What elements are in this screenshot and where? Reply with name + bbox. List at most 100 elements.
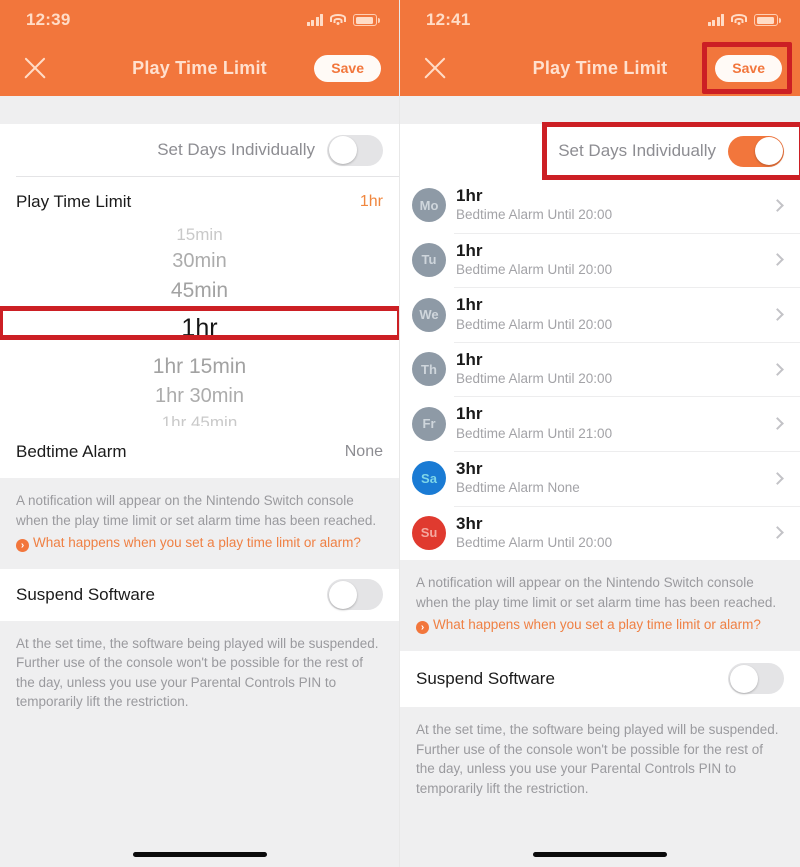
picker-option[interactable]: 1hr 15min	[0, 351, 399, 382]
play-time-note: A notification will appear on the Ninten…	[0, 478, 399, 569]
day-avatar: Sa	[412, 461, 446, 496]
play-time-note-body: A notification will appear on the Ninten…	[16, 493, 377, 528]
status-icons	[707, 14, 781, 26]
play-time-limit-picker[interactable]: Not restricted 15min 30min 45min 1hr 1hr…	[0, 228, 399, 426]
picker-option[interactable]: 1hr 30min	[0, 382, 399, 410]
settings-content: Set Days Individually Play Time Limit 1h…	[0, 96, 399, 867]
chevron-right-icon	[771, 526, 784, 540]
suspend-software-note: At the set time, the software being play…	[400, 706, 800, 815]
day-avatar: We	[412, 297, 446, 332]
wifi-icon	[330, 14, 346, 26]
battery-icon	[754, 14, 781, 26]
save-button-wrap: Save	[702, 41, 792, 94]
section-gap	[400, 96, 800, 124]
day-avatar: Mo	[412, 188, 446, 223]
day-duration: 1hr	[456, 240, 483, 260]
day-duration: 3hr	[456, 459, 483, 479]
table-row[interactable]: Th 1hr Bedtime Alarm Until 20:00	[400, 341, 800, 397]
day-duration: 1hr	[456, 404, 483, 424]
picker-option[interactable]: 30min	[0, 247, 399, 275]
play-time-help-link[interactable]: › What happens when you set a play time l…	[16, 533, 383, 553]
play-time-help-link[interactable]: › What happens when you set a play time l…	[416, 615, 784, 635]
day-text: 3hr Bedtime Alarm None	[456, 459, 773, 498]
wifi-icon	[731, 14, 747, 26]
day-avatar: Su	[412, 515, 446, 550]
day-text: 1hr Bedtime Alarm Until 20:00	[456, 295, 773, 334]
day-avatar: Tu	[412, 242, 446, 277]
picker-option[interactable]: 15min	[0, 228, 399, 247]
play-time-limit-label: Play Time Limit	[16, 192, 132, 211]
day-alarm: Bedtime Alarm Until 20:00	[456, 535, 613, 551]
chevron-right-icon	[771, 308, 784, 321]
day-text: 1hr Bedtime Alarm Until 20:00	[456, 241, 773, 280]
play-time-help-link-label: What happens when you set a play time li…	[433, 617, 761, 633]
bedtime-alarm-value: None	[344, 443, 383, 460]
day-alarm: Bedtime Alarm Until 20:00	[456, 371, 613, 387]
table-row[interactable]: Mo 1hr Bedtime Alarm Until 20:00	[400, 178, 800, 233]
chevron-right-icon	[771, 253, 784, 267]
play-time-help-link-label: What happens when you set a play time li…	[33, 535, 361, 551]
table-row[interactable]: We 1hr Bedtime Alarm Until 20:00	[400, 287, 800, 342]
status-clock: 12:41	[426, 10, 471, 29]
settings-content: Set Days Individually Mo 1hr Bedtime Ala…	[400, 96, 800, 867]
content-filler	[400, 814, 800, 867]
suspend-software-note: At the set time, the software being play…	[0, 620, 399, 728]
set-days-individually-toggle[interactable]	[728, 135, 784, 167]
day-alarm: Bedtime Alarm Until 20:00	[456, 262, 613, 277]
day-text: 1hr Bedtime Alarm Until 21:00	[456, 404, 773, 443]
day-schedule-list: Mo 1hr Bedtime Alarm Until 20:00 Tu 1hr …	[400, 178, 800, 561]
day-avatar: Fr	[412, 406, 446, 441]
picker-option-selected[interactable]: 1hr	[0, 306, 399, 351]
table-row[interactable]: Sa 3hr Bedtime Alarm None	[400, 451, 800, 506]
battery-icon	[353, 14, 380, 26]
phone-screen-left: 12:39 Play Time Limit Save Set Days Indi…	[0, 0, 400, 867]
picker-option[interactable]: 45min	[0, 275, 399, 306]
phone-screen-right: 12:41 Play Time Limit Save Set Days Indi…	[400, 0, 800, 867]
day-alarm: Bedtime Alarm Until 20:00	[456, 207, 613, 223]
home-indicator	[132, 852, 267, 857]
nav-bar: Play Time Limit Save	[400, 40, 800, 96]
home-indicator	[533, 852, 667, 857]
picker-option[interactable]: 1hr 45min	[0, 410, 399, 427]
section-gap	[0, 96, 399, 124]
table-row[interactable]: Fr 1hr Bedtime Alarm Until 21:00	[400, 396, 800, 451]
chevron-right-icon	[771, 417, 784, 431]
content-filler	[0, 727, 399, 808]
day-text: 1hr Bedtime Alarm Until 20:00	[456, 350, 773, 389]
suspend-software-row[interactable]: Suspend Software	[0, 568, 399, 621]
suspend-software-label: Suspend Software	[416, 668, 555, 688]
cellular-bars-icon	[306, 14, 323, 26]
status-icons	[306, 14, 380, 26]
suspend-software-row[interactable]: Suspend Software	[400, 650, 800, 707]
day-duration: 3hr	[456, 513, 483, 533]
cellular-bars-icon	[707, 14, 724, 26]
play-time-note-body: A notification will appear on the Ninten…	[416, 575, 777, 610]
set-days-individually-row[interactable]: Set Days Individually	[0, 124, 399, 176]
day-alarm: Bedtime Alarm Until 20:00	[456, 316, 613, 332]
status-bar: 12:41	[400, 0, 800, 40]
chevron-right-icon	[771, 198, 784, 212]
status-bar: 12:39	[0, 0, 399, 40]
chevron-right-icon	[771, 471, 784, 485]
status-clock: 12:39	[26, 10, 71, 29]
day-text: 1hr Bedtime Alarm Until 20:00	[456, 186, 773, 225]
set-days-individually-row[interactable]: Set Days Individually	[400, 122, 800, 180]
play-time-limit-row[interactable]: Play Time Limit 1hr	[0, 176, 399, 228]
set-days-individually-label: Set Days Individually	[558, 141, 716, 160]
suspend-software-label: Suspend Software	[16, 584, 155, 604]
day-avatar: Th	[412, 352, 446, 387]
day-duration: 1hr	[456, 186, 483, 205]
suspend-software-toggle[interactable]	[728, 663, 784, 695]
save-button[interactable]: Save	[715, 54, 782, 82]
day-alarm: Bedtime Alarm Until 21:00	[456, 425, 613, 441]
bedtime-alarm-row[interactable]: Bedtime Alarm None	[0, 426, 399, 478]
table-row[interactable]: Su 3hr Bedtime Alarm Until 20:00	[400, 505, 800, 561]
close-icon[interactable]	[18, 51, 52, 85]
suspend-software-toggle[interactable]	[327, 579, 383, 611]
save-button[interactable]: Save	[314, 54, 381, 82]
close-icon[interactable]	[418, 51, 452, 85]
set-days-individually-toggle[interactable]	[327, 134, 383, 166]
play-time-note: A notification will appear on the Ninten…	[400, 560, 800, 651]
screenshot-pair: 12:39 Play Time Limit Save Set Days Indi…	[0, 0, 800, 867]
table-row[interactable]: Tu 1hr Bedtime Alarm Until 20:00	[400, 232, 800, 288]
